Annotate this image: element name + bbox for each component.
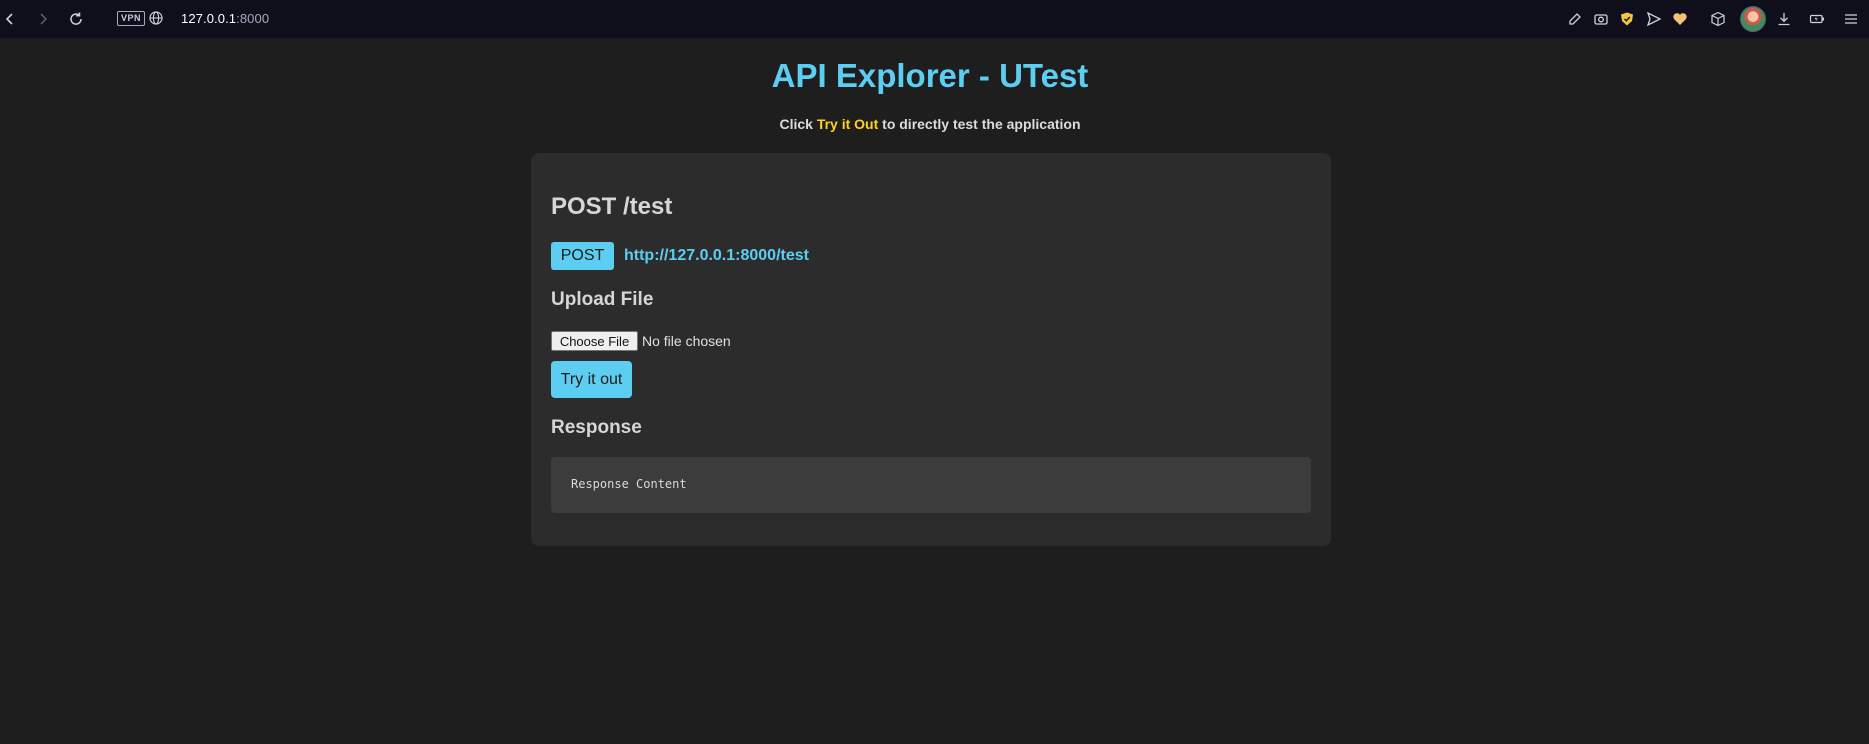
menu-icon[interactable] [1842,10,1860,28]
download-icon[interactable] [1775,10,1793,28]
browser-toolbar: VPN 127.0.0.1:8000 [0,0,1869,38]
shield-icon[interactable] [1618,10,1636,28]
endpoint-card: POST /test POST http://127.0.0.1:8000/te… [531,153,1331,546]
file-status: No file chosen [642,333,731,349]
response-heading: Response [551,417,642,438]
camera-icon[interactable] [1592,10,1610,28]
response-content: Response Content [571,477,687,491]
battery-icon[interactable] [1808,10,1826,28]
globe-icon[interactable] [148,10,164,26]
choose-file-button[interactable]: Choose File [551,331,638,351]
response-box: Response Content [551,457,1311,513]
vpn-badge[interactable]: VPN [117,11,146,26]
subtitle-highlight: Try it Out [816,116,879,132]
url-port: :8000 [236,11,270,26]
send-icon[interactable] [1645,10,1663,28]
page-title: API Explorer - UTest [771,57,1089,94]
url-host: 127.0.0.1 [181,11,237,26]
forward-icon[interactable] [33,9,53,29]
upload-heading: Upload File [551,289,654,310]
subtitle-suffix: to directly test the application [878,116,1081,132]
subtitle-prefix: Click [779,116,817,132]
page-subtitle: Click Try it Out to directly test the ap… [0,116,1860,132]
endpoint-heading: POST /test [551,193,673,220]
heart-icon[interactable] [1671,10,1689,28]
try-it-out-button[interactable]: Try it out [551,361,632,398]
back-icon[interactable] [0,9,20,29]
edit-icon[interactable] [1566,10,1584,28]
address-bar[interactable]: 127.0.0.1:8000 [181,11,269,26]
method-badge: POST [551,242,614,270]
avatar[interactable] [1740,6,1766,32]
reload-icon[interactable] [66,9,86,29]
cube-icon[interactable] [1709,10,1727,28]
file-input[interactable]: Choose File No file chosen [551,331,731,351]
endpoint-url[interactable]: http://127.0.0.1:8000/test [624,247,809,265]
